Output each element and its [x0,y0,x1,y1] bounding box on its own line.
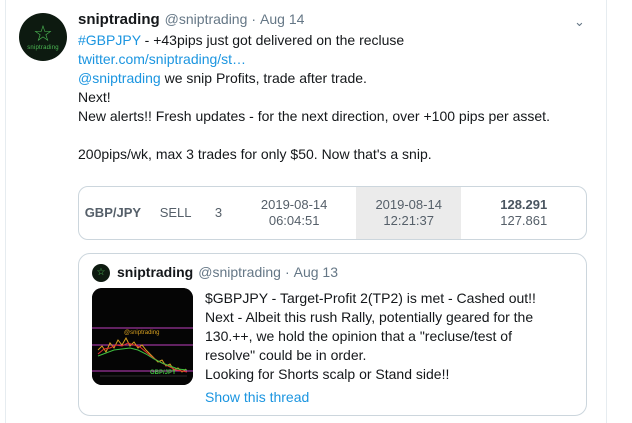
show-thread-link[interactable]: Show this thread [205,389,309,405]
hashtag-link[interactable]: #GBPJPY [78,32,141,48]
quoted-header: sniptrading @sniptrading · Aug 13 [117,264,338,280]
tweet-header: sniptrading @sniptrading · Aug 14 [78,11,588,31]
trade-prices: 128.291 127.861 [461,187,586,239]
text-line-3: @sniptrading we snip Profits, trade afte… [78,69,588,88]
open-time: 06:04:51 [268,213,320,228]
separator-dot: · [251,11,257,27]
trade-quantity: 3 [214,205,223,220]
trade-card[interactable]: GBP/JPY SELL 3 2019-08-14 06:04:51 2019-… [78,186,587,240]
quoted-line-1: $GBPJPY - Target-Profit 2(TP2) is met - … [205,290,536,306]
text-line-3-rest: we snip Profits, trade after trade. [160,70,367,86]
quoted-author-name[interactable]: sniptrading [117,264,193,280]
trade-pair: GBP/JPY [84,205,142,220]
author-name[interactable]: sniptrading [78,11,160,28]
text-line-1: #GBPJPY - +43pips just got delivered on … [78,31,588,50]
text-line-1-rest: - +43pips just got delivered on the recl… [140,32,405,48]
quoted-line-2: Next - Albeit this rush Rally, potential… [205,309,534,325]
quoted-line-5: Looking for Shorts scalp or Stand side!! [205,366,450,382]
avatar-brand-text: sniptrading [27,44,59,51]
text-line-5: New alerts!! Fresh updates - for the nex… [78,108,550,124]
trade-side: SELL [159,205,192,220]
entry-price: 128.291 [500,197,548,212]
tweet-date[interactable]: Aug 14 [260,11,304,27]
chart-thumbnail-image [92,288,193,385]
tweet[interactable]: ☆ sniptrading ⌄ sniptrading @sniptrading… [5,0,607,423]
chart-thumbnail[interactable]: @sniptrading GBP/JPY [92,288,193,385]
separator-dot: · [284,264,290,280]
quoted-line-3: 130.++, we hold the opinion that a "recl… [205,328,512,344]
url-link[interactable]: twitter.com/sniptrading/st… [78,50,588,69]
trade-close-time: 2019-08-14 12:21:37 [355,187,462,239]
quoted-author-handle[interactable]: @sniptrading [198,264,281,280]
star-icon: ☆ [33,20,53,46]
thumbnail-pair-label: GBP/JPY [150,370,177,376]
avatar[interactable]: ☆ sniptrading [19,13,67,61]
quoted-date[interactable]: Aug 13 [294,264,338,280]
author-handle[interactable]: @sniptrading [165,11,248,27]
tweet-text: #GBPJPY - +43pips just got delivered on … [78,31,588,164]
exit-price: 127.861 [500,213,548,228]
mention-link[interactable]: @sniptrading [78,70,161,86]
thumbnail-watermark: @sniptrading [124,330,160,336]
open-date: 2019-08-14 [260,197,328,212]
close-time: 12:21:37 [383,213,434,228]
quoted-tweet[interactable]: ☆ sniptrading @sniptrading · Aug 13 @sni… [78,253,587,416]
close-date: 2019-08-14 [375,197,442,212]
trade-open-time: 2019-08-14 06:04:51 [232,187,356,239]
quoted-text: $GBPJPY - Target-Profit 2(TP2) is met - … [205,289,575,384]
star-icon: ☆ [96,267,106,278]
quoted-line-4: resolve" could be in order. [205,347,367,363]
quoted-avatar[interactable]: ☆ [92,264,110,282]
tweet-content: sniptrading @sniptrading · Aug 14 #GBPJP… [78,11,588,164]
text-line-4: Next! [78,89,111,105]
text-line-6: 200pips/wk, max 3 trades for only $50. N… [78,146,432,162]
